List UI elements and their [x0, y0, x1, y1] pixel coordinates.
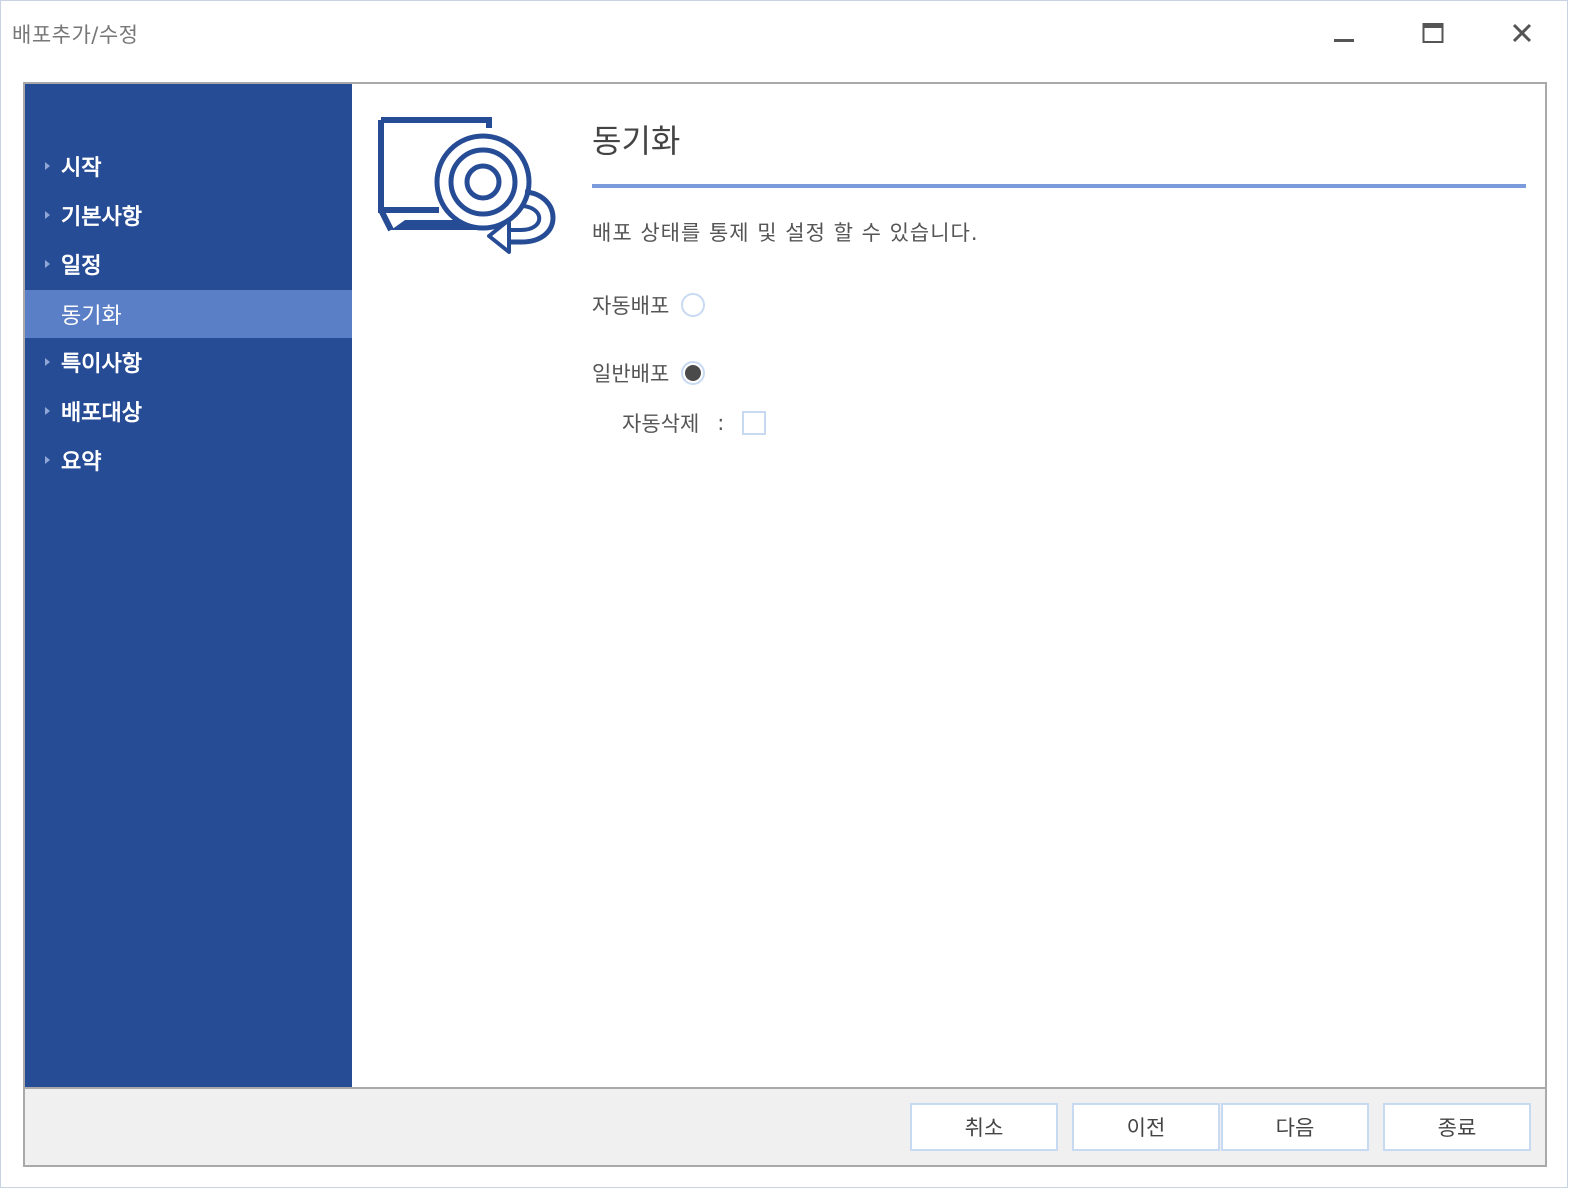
caret-right-icon: [45, 211, 50, 219]
previous-button[interactable]: 이전: [1072, 1103, 1220, 1151]
sidebar-item-label: 특이사항: [61, 352, 142, 377]
page-title: 동기화: [592, 122, 681, 160]
title-bar: 배포추가/수정: [1, 1, 1567, 67]
normal-deploy-radio[interactable]: [681, 361, 706, 385]
auto-delete-checkbox[interactable]: [742, 411, 767, 435]
title-divider: [592, 184, 1526, 188]
sidebar-item-summary[interactable]: 요약: [25, 436, 352, 484]
sidebar-item-label: 시작: [61, 156, 102, 181]
close-icon: [1512, 23, 1532, 43]
cancel-button[interactable]: 취소: [910, 1103, 1058, 1151]
normal-deploy-option[interactable]: 일반배포: [592, 358, 706, 388]
wizard-content: 동기화 배포 상태를 통제 및 설정 할 수 있습니다. 자동배포 일반배포 자…: [352, 84, 1545, 1087]
sidebar-item-start[interactable]: 시작: [25, 142, 352, 190]
sidebar-item-label: 배포대상: [61, 401, 142, 426]
page-description: 배포 상태를 통제 및 설정 할 수 있습니다.: [592, 221, 979, 245]
normal-deploy-label: 일반배포: [592, 362, 670, 386]
sidebar-item-label: 요약: [61, 450, 102, 475]
minimize-button[interactable]: [1324, 15, 1364, 51]
auto-deploy-radio[interactable]: [681, 293, 706, 317]
wizard-frame: 시작 기본사항 일정 동기화 특이사항 배포대상 요약 동기화 배포 상태를 통…: [23, 82, 1547, 1167]
auto-delete-row: 자동삭제 :: [622, 408, 767, 438]
sidebar-item-targets[interactable]: 배포대상: [25, 387, 352, 435]
sidebar-item-label: 동기화: [61, 304, 122, 329]
sidebar-item-basics[interactable]: 기본사항: [25, 191, 352, 239]
caret-right-icon: [45, 407, 50, 415]
next-button[interactable]: 다음: [1221, 1103, 1369, 1151]
auto-delete-separator: :: [717, 411, 725, 435]
caret-right-icon: [45, 162, 50, 170]
monitor-disc-sync-icon: [378, 117, 556, 254]
sidebar-item-sync[interactable]: 동기화: [25, 290, 352, 338]
sidebar-item-label: 기본사항: [61, 205, 142, 230]
sidebar-item-label: 일정: [61, 254, 102, 279]
auto-delete-label: 자동삭제: [622, 412, 700, 436]
wizard-footer: 취소 이전 다음 종료: [25, 1087, 1545, 1165]
window-title: 배포추가/수정: [12, 23, 139, 47]
caret-right-icon: [45, 456, 50, 464]
sidebar-item-notes[interactable]: 특이사항: [25, 338, 352, 386]
finish-button[interactable]: 종료: [1383, 1103, 1531, 1151]
maximize-button[interactable]: [1413, 15, 1453, 51]
maximize-icon: [1422, 23, 1444, 43]
dialog-window: 배포추가/수정 시작 기본사항 일정 동기화 특이사항 배포대상 요약 동기화 …: [0, 0, 1568, 1188]
caret-right-icon: [45, 260, 50, 268]
auto-deploy-label: 자동배포: [592, 294, 670, 318]
minimize-icon: [1334, 39, 1354, 42]
caret-right-icon: [45, 358, 50, 366]
auto-deploy-option[interactable]: 자동배포: [592, 290, 706, 320]
wizard-sidebar: 시작 기본사항 일정 동기화 특이사항 배포대상 요약: [25, 84, 352, 1087]
sidebar-item-schedule[interactable]: 일정: [25, 240, 352, 288]
radio-selected-dot: [685, 365, 702, 381]
close-button[interactable]: [1502, 15, 1542, 51]
